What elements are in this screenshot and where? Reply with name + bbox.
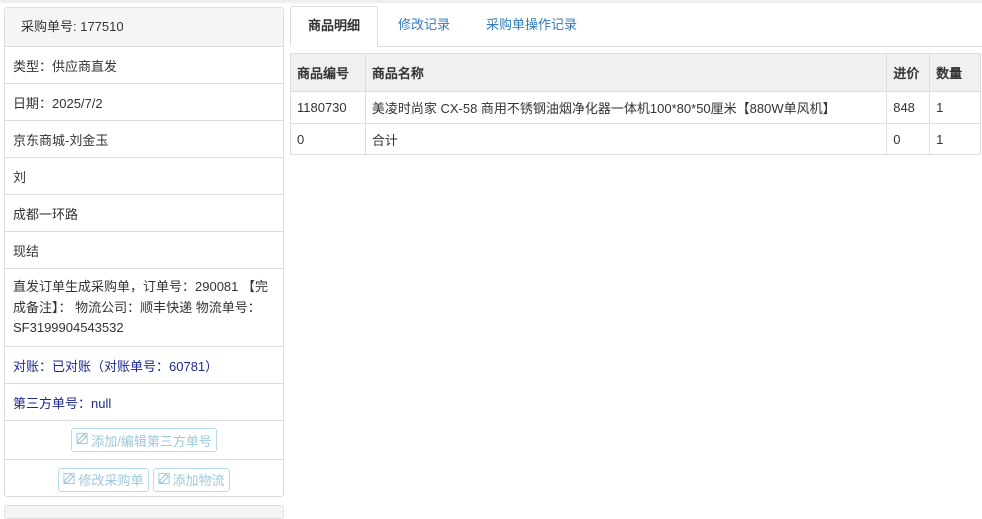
col-item-code: 商品编号 xyxy=(290,53,366,92)
po-reconcile-status: 对账：已对账（对账单号：60781） xyxy=(5,347,283,384)
po-address: 成都一环路 xyxy=(5,195,283,232)
add-logistics-button[interactable]: 添加物流 xyxy=(152,467,230,492)
edit-purchase-order-label: 修改采购单 xyxy=(78,473,144,488)
cell-quantity: 1 xyxy=(929,123,981,155)
edit-third-party-number-button[interactable]: 添加/编辑第三方单号 xyxy=(71,428,217,452)
table-row: 1180730 美凌时尚家 CX-58 商用不锈钢油烟净化器一体机100*80*… xyxy=(290,91,981,124)
po-date: 日期：2025/7/2 xyxy=(5,84,283,121)
purchase-order-info-panel: 采购单号: 177510 类型：供应商直发 日期：2025/7/2 京东商城-刘… xyxy=(4,7,284,497)
items-table: 商品编号 商品名称 进价 数量 1180730 美凌时尚家 CX-58 商用不锈… xyxy=(290,53,981,155)
tab-item-details[interactable]: 商品明细 xyxy=(290,6,379,47)
cell-item-code: 0 xyxy=(290,123,366,155)
po-contact: 刘 xyxy=(5,158,283,195)
tab-modification-log[interactable]: 修改记录 xyxy=(378,6,468,47)
third-party-button-row: 添加/编辑第三方单号 xyxy=(5,421,283,460)
edit-icon xyxy=(157,472,171,488)
top-divider xyxy=(0,0,982,3)
po-third-party-number: 第三方单号：null xyxy=(5,384,283,421)
cell-item-name: 美凌时尚家 CX-58 商用不锈钢油烟净化器一体机100*80*50厘米【880… xyxy=(364,91,888,124)
table-total-row: 0 合计 0 1 xyxy=(290,123,981,155)
col-quantity: 数量 xyxy=(929,53,981,92)
secondary-panel-edge xyxy=(4,505,284,519)
cell-item-code: 1180730 xyxy=(290,91,366,124)
edit-purchase-order-button[interactable]: 修改采购单 xyxy=(58,467,149,492)
detail-tabs: 商品明细 修改记录 采购单操作记录 xyxy=(290,6,982,47)
table-header-row: 商品编号 商品名称 进价 数量 xyxy=(290,53,981,92)
edit-icon xyxy=(63,472,76,488)
edit-icon xyxy=(76,432,89,448)
po-type: 类型：供应商直发 xyxy=(5,47,283,84)
add-logistics-label: 添加物流 xyxy=(172,473,225,488)
cell-item-name: 合计 xyxy=(364,123,888,155)
po-number-header: 采购单号: 177510 xyxy=(5,8,283,47)
cell-unit-price: 848 xyxy=(886,91,931,124)
col-item-name: 商品名称 xyxy=(364,53,888,92)
po-payment-method: 现结 xyxy=(5,232,283,269)
po-supplier: 京东商城-刘金玉 xyxy=(5,121,283,158)
tab-po-operation-log[interactable]: 采购单操作记录 xyxy=(468,6,595,47)
cell-unit-price: 0 xyxy=(886,123,931,155)
edit-third-party-number-label: 添加/编辑第三方单号 xyxy=(91,433,212,449)
cell-quantity: 1 xyxy=(929,91,981,124)
col-unit-price: 进价 xyxy=(886,53,931,92)
po-remark: 直发订单生成采购单，订单号：290081 【完成备注】： 物流公司：顺丰快递 物… xyxy=(5,269,283,347)
po-action-button-row: 修改采购单 添加物流 xyxy=(5,460,283,499)
